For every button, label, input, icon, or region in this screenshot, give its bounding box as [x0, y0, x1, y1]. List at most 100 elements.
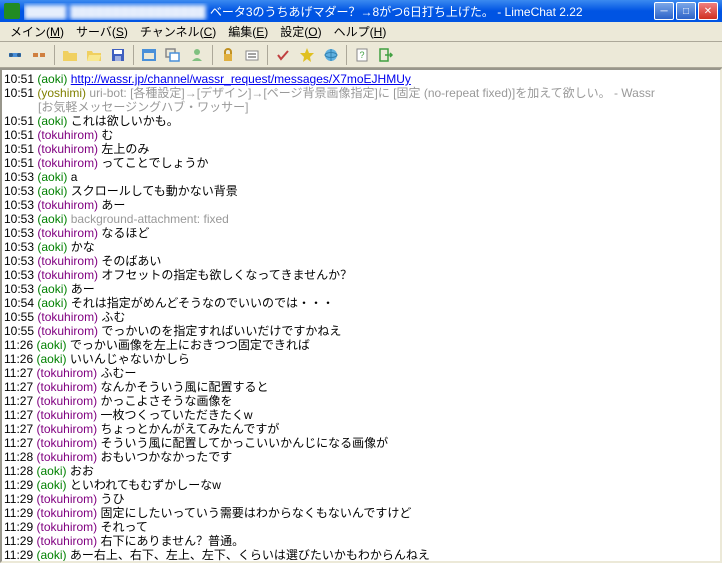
message-text: それは指定がめんどそうなのでいいのでは・・・	[71, 296, 334, 310]
message-text: でっかい画像を左上におきつつ固定できれば	[70, 338, 310, 352]
nickname: (tokuhirom)	[36, 436, 97, 450]
chat-line: [お気軽メッセージングハブ・ワッサー]	[4, 100, 718, 114]
connect-button[interactable]	[4, 44, 26, 66]
message-text: [お気軽メッセージングハブ・ワッサー]	[38, 100, 248, 114]
message-text: スクロールしても動かない背景	[71, 184, 238, 198]
timestamp: 10:55	[4, 324, 34, 338]
menu-help[interactable]: ヘルプ(H)	[328, 21, 393, 42]
chat-line: 10:53 (tokuhirom) なるほど	[4, 226, 718, 240]
message-text: 左上のみ	[101, 142, 149, 156]
nickname: (tokuhirom)	[37, 310, 98, 324]
minimize-button[interactable]: ─	[654, 2, 674, 20]
folder-button[interactable]	[59, 44, 81, 66]
menu-channel[interactable]: チャンネル(C)	[134, 21, 222, 42]
nickname: (tokuhirom)	[37, 324, 98, 338]
message-text: 右下にありません？普通。	[101, 534, 245, 548]
message-text: あー	[71, 282, 95, 296]
globe-button[interactable]	[320, 44, 342, 66]
folder-open-button[interactable]	[83, 44, 105, 66]
message-text: 一枚つくっていただきたくw	[101, 408, 253, 422]
disconnect-button[interactable]	[28, 44, 50, 66]
menu-server[interactable]: サーバ(S)	[70, 21, 134, 42]
nickname: (tokuhirom)	[37, 142, 98, 156]
nickname: (aoki)	[36, 478, 66, 492]
chat-line: 11:29 (tokuhirom) 固定にしたいっていう需要はわからなくもないん…	[4, 506, 718, 520]
timestamp: 10:51	[4, 86, 34, 100]
star-button[interactable]	[296, 44, 318, 66]
timestamp: 10:54	[4, 296, 34, 310]
chat-line: 10:53 (aoki) background-attachment: fixe…	[4, 212, 718, 226]
message-text: uri-bot: [各種設定]→[デザイン]→[ページ背景画像指定]に [固定 …	[89, 86, 654, 100]
chat-line: 11:28 (tokuhirom) おもいつかなかったです	[4, 450, 718, 464]
message-text: それって	[101, 520, 148, 534]
message-text: そういう風に配置してかっこいいかんじになる画像が	[101, 436, 389, 450]
menu-edit[interactable]: 編集(E)	[222, 21, 274, 42]
timestamp: 10:51	[4, 156, 34, 170]
nickname: (tokuhirom)	[36, 506, 97, 520]
nickname: (tokuhirom)	[36, 520, 97, 534]
users-button[interactable]	[186, 44, 208, 66]
timestamp: 10:51	[4, 72, 34, 86]
exit-button[interactable]	[375, 44, 397, 66]
timestamp: 10:53	[4, 254, 34, 268]
chat-line: 11:26 (aoki) でっかい画像を左上におきつつ固定できれば	[4, 338, 718, 352]
svg-text:?: ?	[359, 50, 364, 60]
menu-main[interactable]: メイン(M)	[4, 21, 70, 42]
timestamp: 11:29	[4, 478, 33, 492]
timestamp: 10:51	[4, 142, 34, 156]
message-text: うひ	[101, 492, 125, 506]
nickname: (aoki)	[37, 184, 67, 198]
chat-line: 11:29 (aoki) あー右上、右下、左上、左下、くらいは選びたいかもわから…	[4, 548, 718, 562]
nickname: (yoshimi)	[37, 86, 86, 100]
nickname: (tokuhirom)	[37, 254, 98, 268]
timestamp: 10:51	[4, 114, 34, 128]
message-text: おお	[70, 464, 94, 478]
maximize-button[interactable]: □	[676, 2, 696, 20]
chat-line: 11:28 (aoki) おお	[4, 464, 718, 478]
lock-button[interactable]	[217, 44, 239, 66]
timestamp: 11:29	[4, 520, 33, 534]
timestamp: 11:26	[4, 352, 33, 366]
chat-line: 11:29 (tokuhirom) それって	[4, 520, 718, 534]
timestamp: 11:29	[4, 548, 33, 562]
message-text[interactable]: http://wassr.jp/channel/wassr_request/me…	[71, 72, 411, 86]
timestamp: 11:27	[4, 380, 33, 394]
nickname: (tokuhirom)	[36, 366, 97, 380]
close-button[interactable]: ✕	[698, 2, 718, 20]
window-button[interactable]	[138, 44, 160, 66]
message-text: なんかそういう風に配置すると	[101, 380, 269, 394]
timestamp: 10:53	[4, 198, 34, 212]
message-text: 固定にしたいっていう需要はわからなくもないんですけど	[101, 506, 412, 520]
timestamp: 10:53	[4, 268, 34, 282]
chat-line: 10:53 (tokuhirom) オフセットの指定も欲しくなってきませんか？	[4, 268, 718, 282]
nickname: (tokuhirom)	[37, 226, 98, 240]
nickname: (tokuhirom)	[37, 156, 98, 170]
message-text: ふむ	[101, 310, 125, 324]
save-button[interactable]	[107, 44, 129, 66]
toolbar-separator	[54, 45, 55, 65]
chat-line: 11:29 (tokuhirom) 右下にありません？普通。	[4, 534, 718, 548]
timestamp: 11:28	[4, 450, 33, 464]
window-titlebar: █████ ████████████████ベータ3のうちあげマダー？→8がつ6…	[0, 0, 722, 22]
nickname: (aoki)	[36, 352, 66, 366]
prefs-button[interactable]	[241, 44, 263, 66]
check-button[interactable]	[272, 44, 294, 66]
message-text: あー	[101, 198, 125, 212]
chat-log[interactable]: 10:51 (aoki) http://wassr.jp/channel/was…	[0, 68, 722, 563]
timestamp: 10:53	[4, 184, 34, 198]
windows-button[interactable]	[162, 44, 184, 66]
chat-line: 10:55 (tokuhirom) でっかいのを指定すればいいだけですかねえ	[4, 324, 718, 338]
timestamp: 10:51	[4, 128, 34, 142]
message-text: ふむー	[101, 366, 137, 380]
message-text: そのばあい	[101, 254, 161, 268]
chat-line: 11:29 (tokuhirom) うひ	[4, 492, 718, 506]
nickname: (aoki)	[37, 212, 67, 226]
help-button[interactable]: ?	[351, 44, 373, 66]
nickname: (aoki)	[36, 464, 66, 478]
menu-settings[interactable]: 設定(O)	[274, 21, 327, 42]
nickname: (aoki)	[37, 72, 67, 86]
message-text: なるほど	[101, 226, 149, 240]
chat-line: 10:51 (aoki) http://wassr.jp/channel/was…	[4, 72, 718, 86]
chat-line: 10:53 (tokuhirom) そのばあい	[4, 254, 718, 268]
message-text: ってことでしょうか	[101, 156, 208, 170]
